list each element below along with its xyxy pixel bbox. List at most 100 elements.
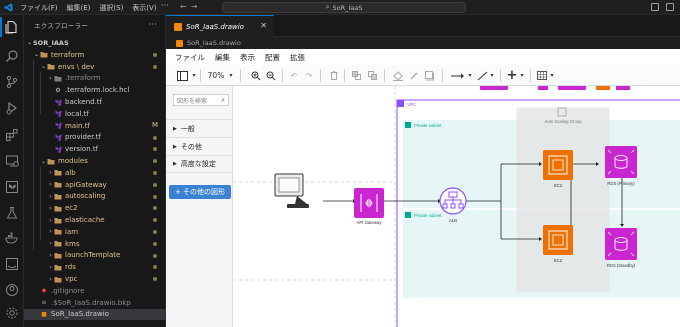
to-front-icon[interactable] [350,69,362,82]
run-debug-icon[interactable] [5,101,19,115]
chevron-down-icon[interactable]: ▾ [488,69,496,82]
explorer-icon[interactable] [5,20,19,34]
terraform-icon[interactable] [5,180,19,194]
menu-edit[interactable]: 編集(E) [67,3,91,13]
api-gateway-node[interactable]: API Gateway [354,188,384,225]
file-item-provider-tf[interactable]: provider.tf [24,132,166,144]
toggle-sidebar-icon[interactable] [651,3,659,11]
command-center-search[interactable]: ⌕ SoR_IaaS [222,2,466,13]
testing-icon[interactable] [5,206,19,220]
accounts-icon[interactable] [5,283,19,297]
back-arrow-icon[interactable]: ← [180,2,191,11]
chevron-down-icon[interactable]: ▾ [190,69,198,82]
redo-icon[interactable]: ↷ [303,69,315,82]
folder-item-terraform[interactable]: › .terraform [24,73,166,85]
menu-more-button[interactable]: ··· [161,1,169,10]
rds-primary-label: RDS (Primary) [607,181,635,186]
undo-icon[interactable]: ↶ [288,69,300,82]
source-control-icon[interactable] [5,75,19,89]
drawio-menu-view[interactable]: 表示 [240,52,255,63]
diagram-canvas[interactable]: VPC Private subnet Private subnet Auto S… [233,86,680,327]
terraform-file-icon [54,122,62,130]
file-item-terraform-lock-hcl[interactable]: ⚙ .terraform.lock.hcl [24,84,166,96]
file-item-gitignore[interactable]: ◆ .gitignore [24,285,166,297]
drawio-menu-file[interactable]: ファイル [175,52,205,63]
auto-scaling-group[interactable]: Auto Scaling Group [516,107,610,293]
chevron-down-icon[interactable]: ▾ [518,69,526,82]
shape-category-general[interactable]: ▶ 一般 [166,119,233,137]
table-icon[interactable] [536,69,548,82]
zoom-level[interactable]: 70% [204,69,228,82]
folder-item-launchtemplate[interactable]: › launchTemplate [24,250,166,262]
toggle-panel-icon[interactable] [666,3,674,11]
zoom-in-icon[interactable] [250,69,262,82]
folder-item-kms[interactable]: › kms [24,238,166,250]
file-item-backend-tf[interactable]: backend.tf [24,96,166,108]
folder-item-apigateway[interactable]: › apiGateway [24,179,166,191]
file-item-local-tf[interactable]: local.tf [24,108,166,120]
editor-tabs: SoR_IaaS.drawio ✕ [166,15,680,37]
shape-category-advanced[interactable]: ▶ 高度な設定 [166,155,233,173]
close-tab-icon[interactable]: ✕ [260,21,267,30]
folder-item-autoscaling[interactable]: › autoscaling [24,191,166,203]
file-item-version-tf[interactable]: version.tf [24,143,166,155]
to-back-icon[interactable] [366,69,378,82]
forward-arrow-icon[interactable]: → [191,2,202,11]
file-item-sor-iaas-drawio[interactable]: ■ SoR_IaaS.drawio [24,308,166,321]
breadcrumb-file[interactable]: SoR_IaaS.drawio [187,39,241,47]
docker-icon[interactable] [5,231,19,245]
format-panel-icon[interactable] [174,69,190,82]
fill-color-icon[interactable] [392,69,404,82]
line-color-icon[interactable] [408,69,420,82]
file-item-sor-iaas-drawio-bkp[interactable]: ≡ .$SoR_IaaS.drawio.bkp [24,297,166,309]
menu-selection[interactable]: 選択(S) [99,3,123,13]
explorer-root[interactable]: ⌄ SOR_IAAS [24,37,166,49]
folder-item-ec2[interactable]: › ec2 [24,202,166,214]
tree-item-label: ec2 [65,204,78,213]
tree-item-label: envs \ dev [58,62,95,71]
search-icon[interactable] [5,49,19,63]
folder-icon [40,51,48,59]
lock-file-icon: ⚙ [55,86,61,94]
folder-item-terraform[interactable]: ⌄ terraform [24,49,166,61]
folder-item-elasticache[interactable]: › elasticache [24,214,166,226]
delete-icon[interactable] [328,69,340,82]
folder-item-alb[interactable]: › alb [24,167,166,179]
chevron-down-icon: ⌄ [26,39,33,47]
folder-item-rds[interactable]: › rds [24,261,166,273]
modified-dot [153,241,157,246]
chevron-down-icon[interactable]: ▾ [548,69,556,82]
shape-search-input[interactable]: 図形を検索 ⌕ [173,94,229,106]
file-item-main-tf[interactable]: main.tf M [24,120,166,132]
settings-gear-icon[interactable] [5,306,19,320]
extensions-icon[interactable] [5,128,19,142]
connection-style-icon[interactable] [449,69,467,82]
waypoints-icon[interactable] [475,69,489,82]
folder-icon [54,204,62,212]
drawio-menu-edit[interactable]: 編集 [215,52,230,63]
folder-item-vpc[interactable]: › vpc [24,273,166,285]
folder-item-iam[interactable]: › iam [24,226,166,238]
tab-sor-iaas-drawio[interactable]: SoR_IaaS.drawio ✕ [166,15,274,37]
search-icon: ⌕ [221,96,225,104]
chevron-down-icon[interactable]: ▾ [466,69,474,82]
drawio-menu-extras[interactable]: 拡張 [290,52,305,63]
menu-view[interactable]: 表示(V) [132,3,156,13]
remote-explorer-icon[interactable] [5,154,19,168]
shadow-icon[interactable] [424,69,436,82]
menu-file[interactable]: ファイル(F) [20,3,58,13]
drawio-menu-arrange[interactable]: 配置 [265,52,280,63]
shape-category-misc[interactable]: ▶ その他 [166,137,233,155]
shape-search-placeholder: 図形を検索 [177,97,208,105]
tree-item-label: modules [58,157,88,166]
chevron-down-icon[interactable]: ▾ [227,69,235,82]
zoom-out-icon[interactable] [265,69,277,82]
explorer-more-button[interactable]: ··· [148,20,157,29]
client-computer-icon[interactable] [274,173,309,208]
more-shapes-button[interactable]: + その他の図形 [169,185,231,199]
category-label: 高度な設定 [180,160,216,168]
folder-item-envs-dev[interactable]: ⌄ envs \ dev [24,61,166,73]
aws-toolkit-icon[interactable] [5,257,19,271]
insert-plus-icon[interactable]: + [506,68,518,83]
folder-item-modules[interactable]: ⌄ modules [24,155,166,167]
